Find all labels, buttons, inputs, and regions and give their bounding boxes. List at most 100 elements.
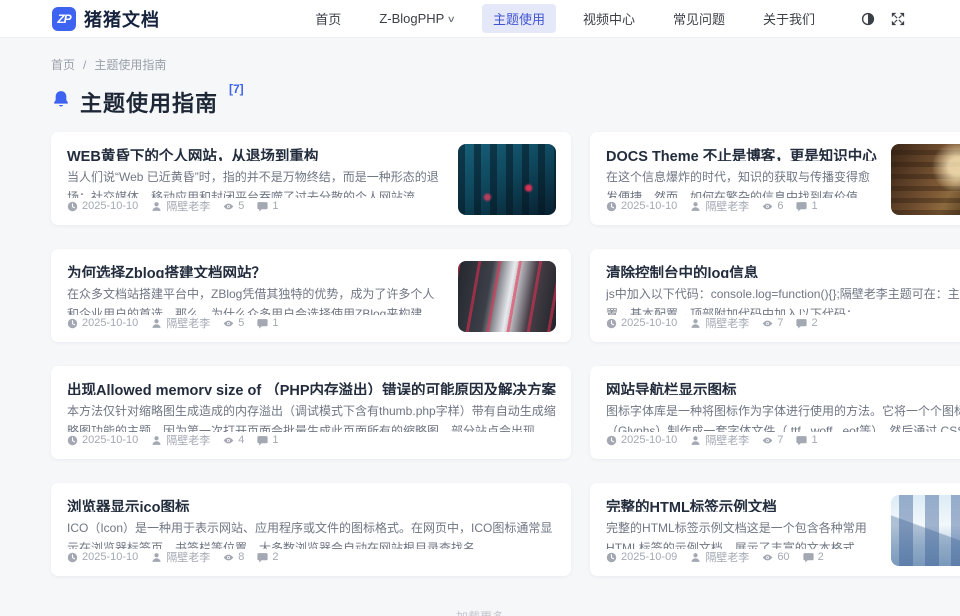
views-count: 8 bbox=[238, 551, 244, 563]
article-title[interactable]: 浏览器显示ico图标 bbox=[67, 496, 556, 512]
article-date: 2025-10-09 bbox=[621, 551, 677, 563]
article-card[interactable]: WEB黄昏下的个人网站，从退场到重构 当人们说“Web 已近黄昏”时，指的并不是… bbox=[51, 132, 571, 225]
comments-count: 1 bbox=[272, 200, 278, 212]
brand-name: 猪猪文档 bbox=[84, 6, 160, 32]
clock-icon bbox=[606, 318, 617, 329]
eye-icon bbox=[762, 552, 773, 563]
article-thumbnail[interactable] bbox=[891, 144, 960, 215]
clock-icon bbox=[606, 552, 617, 563]
article-thumbnail[interactable] bbox=[458, 261, 556, 332]
article-date: 2025-10-10 bbox=[82, 200, 138, 212]
article-title[interactable]: 完整的HTML标签示例文档 bbox=[606, 496, 877, 512]
user-icon bbox=[690, 552, 701, 563]
comment-icon bbox=[257, 318, 268, 329]
article-author: 隔壁老李 bbox=[705, 432, 749, 448]
half-moon-icon bbox=[861, 12, 875, 26]
user-icon bbox=[690, 201, 701, 212]
comment-icon bbox=[796, 201, 807, 212]
article-title[interactable]: 网站导航栏显示图标 bbox=[606, 379, 960, 395]
article-title[interactable]: DOCS Theme 不止是博客，更是知识中心 bbox=[606, 145, 877, 161]
views-count: 7 bbox=[777, 317, 783, 329]
article-author: 隔壁老李 bbox=[166, 315, 210, 331]
article-excerpt: js中加入以下代码：console.log=function(){};隔壁老李主… bbox=[606, 285, 960, 315]
eye-icon bbox=[223, 552, 234, 563]
eye-icon bbox=[223, 435, 234, 446]
theme-toggle-button[interactable] bbox=[860, 11, 876, 27]
fullscreen-button[interactable] bbox=[890, 11, 906, 27]
article-thumbnail[interactable] bbox=[891, 495, 960, 566]
eye-icon bbox=[762, 201, 773, 212]
article-date: 2025-10-10 bbox=[82, 317, 138, 329]
comment-icon bbox=[796, 435, 807, 446]
clock-icon bbox=[606, 435, 617, 446]
views-count: 7 bbox=[777, 434, 783, 446]
article-excerpt: 当人们说“Web 已近黄昏”时，指的并不是万物终结，而是一种形态的退场：社交媒体… bbox=[67, 168, 444, 198]
article-date: 2025-10-10 bbox=[82, 434, 138, 446]
article-title[interactable]: 为何选择Zblog搭建文档网站？ bbox=[67, 262, 444, 278]
article-card[interactable]: 出现Allowed memory size of （PHP内存溢出）错误的可能原… bbox=[51, 366, 571, 459]
comment-icon bbox=[796, 318, 807, 329]
comments-count: 1 bbox=[811, 434, 817, 446]
article-meta: 2025-10-10 隔壁老李 7 bbox=[606, 432, 960, 448]
comments-count: 2 bbox=[818, 551, 824, 563]
article-card[interactable]: 浏览器显示ico图标 ICO（Icon）是一种用于表示网站、应用程序或文件的图标… bbox=[51, 483, 571, 576]
page-title: 主题使用指南 bbox=[80, 86, 218, 118]
article-excerpt: ICO（Icon）是一种用于表示网站、应用程序或文件的图标格式。在网页中，ICO… bbox=[67, 519, 556, 549]
eye-icon bbox=[762, 435, 773, 446]
user-icon bbox=[690, 318, 701, 329]
article-author: 隔壁老李 bbox=[705, 198, 749, 214]
nav-item-2[interactable]: 主题使用 bbox=[482, 4, 556, 33]
brand[interactable]: ZP 猪猪文档 bbox=[52, 6, 160, 32]
user-icon bbox=[151, 552, 162, 563]
article-card[interactable]: DOCS Theme 不止是博客，更是知识中心 在这个信息爆炸的时代，知识的获取… bbox=[590, 132, 960, 225]
eye-icon bbox=[223, 318, 234, 329]
views-count: 5 bbox=[238, 200, 244, 212]
article-title[interactable]: 清除控制台中的log信息 bbox=[606, 262, 960, 278]
article-excerpt: 本方法仅针对缩略图生成造成的内存溢出（调试模式下含有thumb.php字样）带有… bbox=[67, 402, 556, 432]
article-card[interactable]: 完整的HTML标签示例文档 完整的HTML标签示例文档这是一个包含各种常用HTM… bbox=[590, 483, 960, 576]
comments-count: 1 bbox=[272, 317, 278, 329]
load-more-button[interactable]: 加载更多 bbox=[51, 608, 909, 616]
nav-item-4[interactable]: 常见问题 bbox=[662, 4, 736, 33]
article-meta: 2025-10-10 隔壁老李 6 bbox=[606, 198, 877, 214]
nav-item-5[interactable]: 关于我们 bbox=[752, 4, 826, 33]
article-excerpt: 在众多文档站搭建平台中，ZBlog凭借其独特的优势，成为了许多个人和企业用户的首… bbox=[67, 285, 444, 315]
clock-icon bbox=[606, 201, 617, 212]
bell-icon bbox=[51, 89, 71, 109]
article-date: 2025-10-10 bbox=[621, 434, 677, 446]
clock-icon bbox=[67, 318, 78, 329]
article-date: 2025-10-10 bbox=[621, 200, 677, 212]
breadcrumb-home[interactable]: 首页 bbox=[51, 56, 75, 73]
user-icon bbox=[151, 201, 162, 212]
article-author: 隔壁老李 bbox=[705, 315, 749, 331]
article-title[interactable]: WEB黄昏下的个人网站，从退场到重构 bbox=[67, 145, 444, 161]
comments-count: 2 bbox=[811, 317, 817, 329]
article-excerpt: 在这个信息爆炸的时代，知识的获取与传播变得愈发便捷。然而，如何在繁杂的信息中找到… bbox=[606, 168, 877, 198]
chevron-down-icon: ∨ bbox=[447, 14, 456, 25]
comment-icon bbox=[257, 201, 268, 212]
article-date: 2025-10-10 bbox=[621, 317, 677, 329]
fullscreen-icon bbox=[891, 12, 905, 26]
nav-item-1[interactable]: Z-BlogPHP ∨ bbox=[368, 6, 466, 31]
article-thumbnail[interactable] bbox=[458, 144, 556, 215]
article-card[interactable]: 网站导航栏显示图标 图标字体库是一种将图标作为字体进行使用的方法。它将一个个图标… bbox=[590, 366, 960, 459]
article-card[interactable]: 为何选择Zblog搭建文档网站？ 在众多文档站搭建平台中，ZBlog凭借其独特的… bbox=[51, 249, 571, 342]
breadcrumb-current: 主题使用指南 bbox=[94, 56, 166, 73]
article-author: 隔壁老李 bbox=[166, 549, 210, 565]
article-meta: 2025-10-10 隔壁老李 4 bbox=[67, 432, 556, 448]
article-author: 隔壁老李 bbox=[166, 432, 210, 448]
article-card[interactable]: 清除控制台中的log信息 js中加入以下代码：console.log=funct… bbox=[590, 249, 960, 342]
views-count: 5 bbox=[238, 317, 244, 329]
article-meta: 2025-10-10 隔壁老李 7 bbox=[606, 315, 960, 331]
nav-item-3[interactable]: 视频中心 bbox=[572, 4, 646, 33]
nav-item-0[interactable]: 首页 bbox=[304, 4, 352, 33]
article-title[interactable]: 出现Allowed memory size of （PHP内存溢出）错误的可能原… bbox=[67, 379, 556, 395]
article-excerpt: 图标字体库是一种将图标作为字体进行使用的方法。它将一个个图标（Glyphs）制作… bbox=[606, 402, 960, 432]
comments-count: 1 bbox=[272, 434, 278, 446]
user-icon bbox=[151, 435, 162, 446]
user-icon bbox=[690, 435, 701, 446]
navbar: ZP 猪猪文档 首页 Z-BlogPHP ∨ 主题使用 视频中心 常见问题 关于… bbox=[0, 0, 960, 38]
cards-grid: WEB黄昏下的个人网站，从退场到重构 当人们说“Web 已近黄昏”时，指的并不是… bbox=[51, 132, 909, 576]
nav-menu: 首页 Z-BlogPHP ∨ 主题使用 视频中心 常见问题 关于我们 bbox=[304, 4, 826, 33]
user-icon bbox=[151, 318, 162, 329]
